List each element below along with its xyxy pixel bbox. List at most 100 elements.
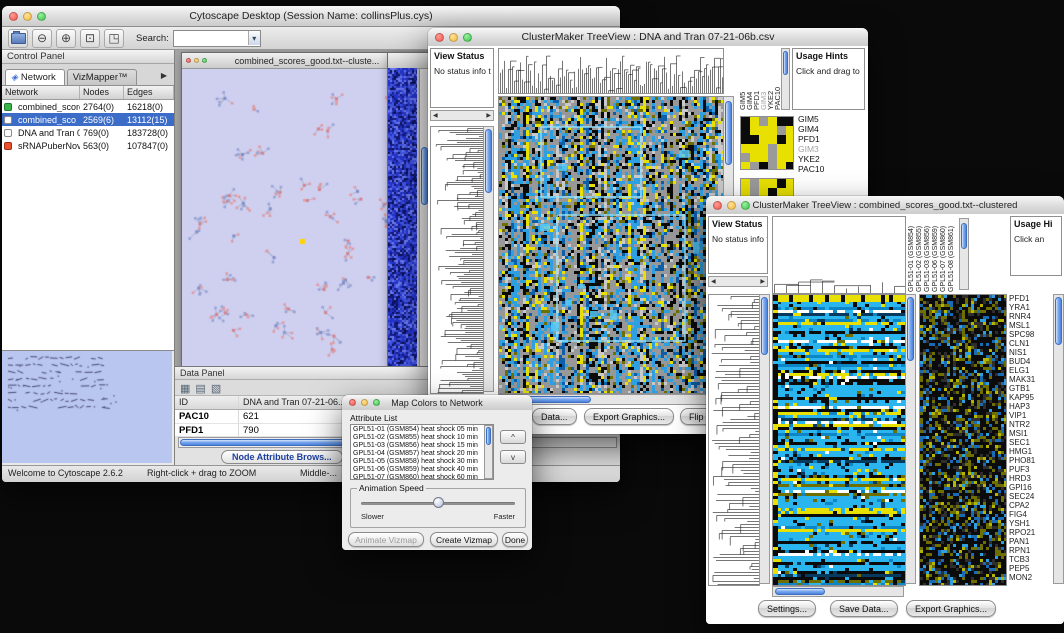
tab-network[interactable]: Network — [5, 69, 65, 85]
gene-label[interactable]: GTB1 — [1009, 384, 1053, 393]
dialog-titlebar[interactable]: Map Colors to Network — [342, 395, 532, 411]
attribute-grid-icon[interactable] — [195, 379, 205, 397]
dense-network-titlebar[interactable] — [388, 53, 430, 69]
attribute-item[interactable]: GPL51-07 (GSM860) heat shock 60 min — [353, 474, 491, 480]
column-label[interactable]: GIM4 — [745, 48, 752, 110]
column-label[interactable]: YKE2 — [766, 48, 773, 110]
scrollbar-thumb[interactable] — [486, 427, 491, 445]
column-label[interactable]: PFD1 — [752, 48, 759, 110]
attribute-list[interactable]: GPL51-01 (GSM854) heat shock 05 min GPL51… — [350, 424, 494, 480]
gene-label[interactable]: GIM4 — [798, 124, 846, 134]
gene-label[interactable]: HRD3 — [1009, 474, 1053, 483]
search-combobox[interactable] — [173, 30, 261, 47]
mini-horizontal-scrollbar[interactable] — [430, 110, 494, 121]
gene-label[interactable]: PFD1 — [1009, 294, 1053, 303]
gene-label[interactable]: YKE2 — [798, 154, 846, 164]
gene-label[interactable]: MSL1 — [1009, 321, 1053, 330]
gene-label[interactable]: CPA2 — [1009, 501, 1053, 510]
gene-label[interactable]: PFD1 — [798, 134, 846, 144]
minimize-button[interactable] — [449, 33, 458, 42]
column-label[interactable]: GPL51-06 (GSM859) — [932, 216, 940, 292]
scrollbar-thumb[interactable] — [775, 588, 825, 595]
save-data-button[interactable]: Data... — [532, 408, 577, 425]
settings-button[interactable]: Settings... — [758, 600, 816, 617]
treeview-combined-titlebar[interactable]: ClusterMaker TreeView : combined_scores_… — [706, 196, 1064, 215]
gene-label[interactable]: RPN1 — [1009, 546, 1053, 555]
zoom-fit-icon[interactable] — [80, 29, 100, 48]
network-list-item[interactable]: DNA and Tran 07 769(0) 183728(0) — [2, 126, 174, 139]
zoom-button[interactable] — [741, 201, 750, 210]
attribute-item[interactable]: GPL51-05 (GSM858) heat shock 30 min — [353, 458, 491, 466]
table-icon[interactable] — [180, 379, 190, 397]
network-list-item[interactable]: combined_scores 2764(0) 16218(0) — [2, 100, 174, 113]
secondary-heatmap-canvas[interactable] — [919, 294, 1007, 586]
gene-label[interactable]: RPO21 — [1009, 528, 1053, 537]
gene-label[interactable]: HMG1 — [1009, 447, 1053, 456]
scroll-left-icon[interactable] — [711, 279, 716, 285]
list-scrollbar[interactable] — [484, 425, 493, 479]
column-label[interactable]: PAC10 — [773, 48, 780, 110]
zoom-out-icon[interactable] — [32, 29, 52, 48]
column-dendrogram-canvas[interactable] — [498, 48, 724, 94]
gene-label[interactable]: CLN1 — [1009, 339, 1053, 348]
close-button[interactable] — [349, 399, 356, 406]
scrollbar-thumb[interactable] — [961, 223, 967, 249]
cytoscape-titlebar[interactable]: Cytoscape Desktop (Session Name: collins… — [2, 6, 620, 27]
gene-label[interactable]: PAC10 — [798, 164, 846, 174]
gene-label[interactable]: HAP3 — [1009, 402, 1053, 411]
scroll-left-icon[interactable] — [433, 113, 438, 119]
network-list-item[interactable]: sRNAPuberNov2 563(0) 107847(0) — [2, 139, 174, 152]
scrollbar-thumb[interactable] — [485, 129, 492, 193]
close-button[interactable] — [713, 201, 722, 210]
minimize-button[interactable] — [23, 12, 32, 21]
column-label[interactable]: GIM5 — [738, 48, 745, 110]
zoom-in-icon[interactable] — [56, 29, 76, 48]
gene-label[interactable]: YRA1 — [1009, 303, 1053, 312]
zoom-button[interactable] — [463, 33, 472, 42]
heatmap-vertical-scrollbar[interactable] — [905, 294, 916, 584]
close-button[interactable] — [435, 33, 444, 42]
correlation-matrix-canvas[interactable] — [740, 116, 794, 170]
gene-label[interactable]: GPI16 — [1009, 483, 1053, 492]
attribute-item[interactable]: GPL51-01 (GSM854) heat shock 05 min — [353, 426, 491, 434]
minimize-button[interactable] — [361, 399, 368, 406]
gene-label[interactable]: MON2 — [1009, 573, 1053, 582]
attribute-item[interactable]: GPL51-06 (GSM859) heat shock 40 min — [353, 466, 491, 474]
gene-labels-scrollbar[interactable] — [1053, 294, 1064, 584]
gene-label[interactable]: SPC98 — [1009, 330, 1053, 339]
scrollbar-thumb[interactable] — [725, 101, 732, 165]
done-button[interactable]: Done — [502, 532, 528, 547]
attribute-item[interactable]: GPL51-04 (GSM857) heat shock 20 min — [353, 450, 491, 458]
gene-label[interactable]: VIP1 — [1009, 411, 1053, 420]
column-label[interactable]: GPL51-08 (GSM861) — [948, 216, 956, 292]
scroll-right-icon[interactable] — [486, 113, 491, 119]
search-input[interactable] — [174, 32, 248, 44]
scrollbar-thumb[interactable] — [1055, 297, 1062, 345]
gene-label[interactable]: SEC1 — [1009, 438, 1053, 447]
gene-label[interactable]: PUF3 — [1009, 465, 1053, 474]
gene-label[interactable]: TCB3 — [1009, 555, 1053, 564]
heatmap-canvas[interactable] — [498, 96, 724, 394]
scrollbar-thumb[interactable] — [783, 51, 788, 75]
tab-overflow-icon[interactable] — [157, 65, 171, 83]
row-dendrogram-canvas[interactable] — [430, 126, 484, 394]
column-label[interactable]: GPL51-01 (GSM854) — [908, 216, 916, 292]
scrollbar-thumb[interactable] — [421, 147, 428, 205]
column-labels-scrollbar[interactable] — [959, 218, 969, 290]
gene-label[interactable]: FIG4 — [1009, 510, 1053, 519]
gene-label[interactable]: GIM3 — [798, 144, 846, 154]
move-up-button[interactable]: ^ — [500, 430, 526, 444]
minimize-button[interactable] — [727, 201, 736, 210]
zoom-button[interactable] — [37, 12, 46, 21]
open-file-icon[interactable] — [8, 29, 28, 48]
dendrogram-vertical-scrollbar[interactable] — [759, 294, 770, 584]
scrollbar-thumb[interactable] — [761, 297, 768, 355]
gene-label[interactable]: YSH1 — [1009, 519, 1053, 528]
heatmap-canvas[interactable] — [772, 294, 906, 586]
export-graphics-button[interactable]: Export Graphics... — [906, 600, 996, 617]
gene-label[interactable]: MAK31 — [1009, 375, 1053, 384]
column-labels-scrollbar[interactable] — [781, 48, 790, 110]
gene-label[interactable]: RNR4 — [1009, 312, 1053, 321]
gene-label[interactable]: GIM5 — [798, 114, 846, 124]
matrix-icon[interactable] — [211, 379, 221, 397]
